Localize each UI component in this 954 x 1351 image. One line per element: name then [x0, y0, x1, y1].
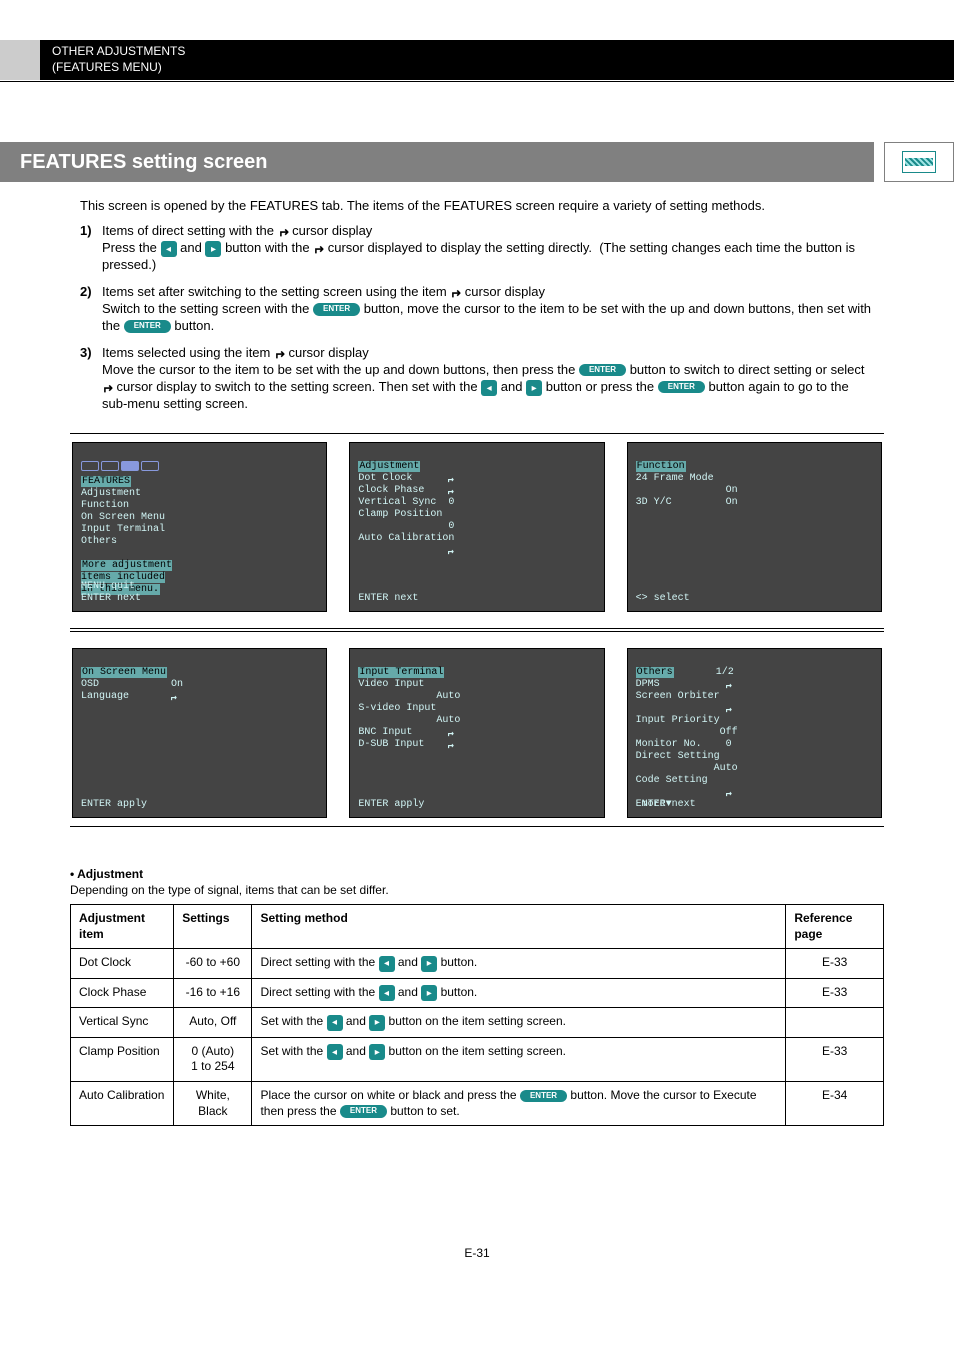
osd-features-item: Input Terminal — [81, 524, 165, 535]
method-cell: Place the cursor on white or black and p… — [252, 1082, 786, 1126]
osd-features-title: FEATURES — [81, 476, 131, 487]
intro-lead: This screen is opened by the FEATURES ta… — [80, 198, 874, 215]
table-row: Dot Clock -60 to +60 Direct setting with… — [71, 949, 884, 979]
left-arrow-icon-2: ◂ — [481, 380, 497, 396]
osd-osmenu: On Screen Menu OSD On Language ↵ ENTER a… — [72, 648, 327, 818]
th-method: Setting method — [252, 905, 786, 949]
enter-icon-3: ENTER — [579, 364, 626, 376]
table-row: Clock Phase -16 to +16 Direct setting wi… — [71, 978, 884, 1008]
table-intro: Depending on the type of signal, items t… — [70, 883, 884, 899]
left-arrow-icon: ◂ — [161, 241, 177, 257]
left-arrow-icon: ◂ — [379, 956, 395, 972]
osd-inputterm-footer: ENTER apply — [358, 799, 424, 811]
left-arrow-icon: ◂ — [327, 1015, 343, 1031]
right-arrow-icon: ▸ — [369, 1044, 385, 1060]
left-arrow-icon: ◂ — [379, 985, 395, 1001]
right-arrow-icon: ▸ — [369, 1015, 385, 1031]
table-row: Clamp Position 0 (Auto)1 to 254 Set with… — [71, 1037, 884, 1081]
item-num-2: 2) — [80, 284, 102, 335]
right-arrow-icon: ▸ — [421, 956, 437, 972]
header-line2: (FEATURES MENU) — [52, 60, 185, 76]
item-2: Items set after switching to the setting… — [102, 284, 874, 335]
osd-osmenu-footer: ENTER apply — [81, 799, 147, 811]
osd-adjustment-title: Adjustment — [358, 461, 420, 472]
enter-icon-4: ENTER — [658, 381, 705, 393]
osd-features-footer: MENU quit ENTER next — [81, 581, 141, 605]
header-line1: OTHER ADJUSTMENTS — [52, 44, 185, 60]
osd-function-title: Function — [636, 461, 686, 472]
osd-features-item: Adjustment — [81, 488, 141, 499]
osd-others-footer: ENTER next — [636, 799, 696, 811]
header-title-block: OTHER ADJUSTMENTS (FEATURES MENU) — [40, 40, 197, 80]
screen-thumbnail — [884, 142, 954, 182]
item-1: Items of direct setting with the ↵ curso… — [102, 223, 874, 274]
enter-icon: ENTER — [313, 303, 360, 315]
item-num-3: 3) — [80, 345, 102, 413]
osd-function: Function 24 Frame Mode On 3D Y/C On <> s… — [627, 442, 882, 612]
osd-others-page: 1/2 — [716, 667, 734, 678]
right-arrow-icon-2: ▸ — [526, 380, 542, 396]
item-num-1: 1) — [80, 223, 102, 274]
osd-function-footer: <> select — [636, 593, 690, 605]
method-cell: Direct setting with the ◂ and ▸ button. — [252, 949, 786, 979]
osd-osmenu-title: On Screen Menu — [81, 667, 167, 678]
settings-table: Adjustment item Settings Setting method … — [70, 904, 884, 1126]
osd-others-title: Others — [636, 667, 674, 678]
osd-others: Others 1/2 DPMS ↵ Screen Orbiter ↵ Input… — [627, 648, 882, 818]
osd-features-item: On Screen Menu — [81, 512, 165, 523]
page-number: E-31 — [0, 1246, 954, 1262]
method-cell: Set with the ◂ and ▸ button on the item … — [252, 1008, 786, 1038]
th-settings: Settings — [174, 905, 252, 949]
right-arrow-icon: ▸ — [205, 241, 221, 257]
osd-tab-row — [81, 461, 159, 471]
osd-inputterm-title: Input Terminal — [358, 667, 444, 678]
osd-features-item: Others — [81, 536, 117, 547]
osd-inputterm: Input Terminal Video Input Auto S-video … — [349, 648, 604, 818]
enter-icon: ENTER — [340, 1105, 387, 1117]
osd-adjustment: Adjustment Dot Clock ↵ Clock Phase ↵ Ver… — [349, 442, 604, 612]
right-arrow-icon: ▸ — [421, 985, 437, 1001]
section-title: FEATURES setting screen — [20, 149, 267, 175]
enter-icon: ENTER — [520, 1090, 567, 1102]
item-3: Items selected using the item ↵ cursor d… — [102, 345, 874, 413]
th-item: Adjustment item — [71, 905, 174, 949]
osd-features: FEATURES Adjustment Function On Screen M… — [72, 442, 327, 612]
osd-adjustment-footer: ENTER next — [358, 593, 418, 605]
enter-icon-2: ENTER — [124, 320, 171, 332]
header-rule — [0, 81, 954, 82]
left-arrow-icon: ◂ — [327, 1044, 343, 1060]
th-ref: Reference page — [786, 905, 884, 949]
header-marker — [0, 40, 40, 80]
method-cell: Direct setting with the ◂ and ▸ button. — [252, 978, 786, 1008]
table-row: Vertical Sync Auto, Off Set with the ◂ a… — [71, 1008, 884, 1038]
osd-features-item: Function — [81, 500, 129, 511]
table-row: Auto Calibration White, Black Place the … — [71, 1082, 884, 1126]
method-cell: Set with the ◂ and ▸ button on the item … — [252, 1037, 786, 1081]
clamp-settings: 0 (Auto)1 to 254 — [174, 1037, 252, 1081]
